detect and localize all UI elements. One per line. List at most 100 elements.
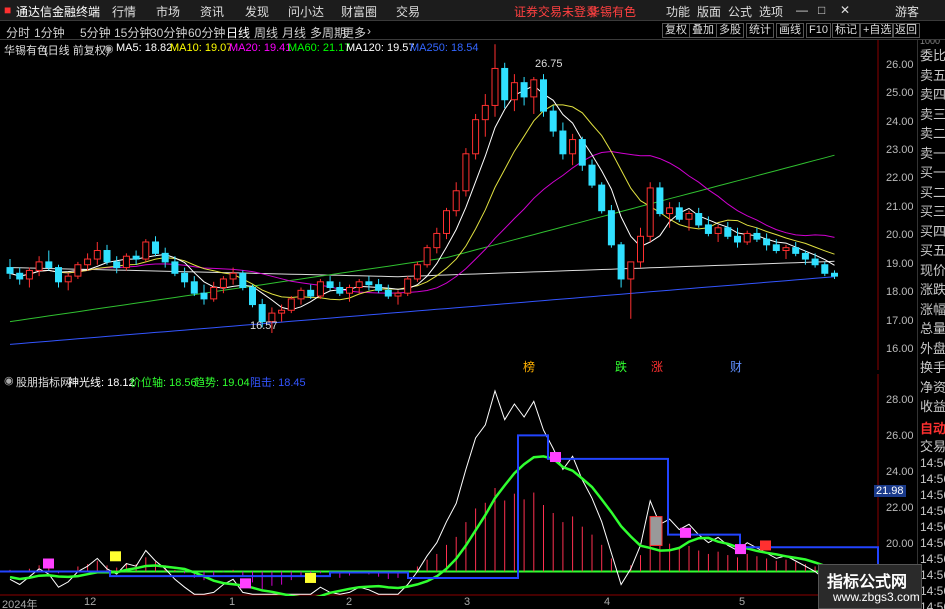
candle-body <box>132 255 140 260</box>
period-daily[interactable]: 日线 <box>226 24 250 41</box>
menu-gongshi[interactable]: 公式 <box>728 3 752 20</box>
period-30min[interactable]: 30分钟 <box>150 24 187 41</box>
event-bang[interactable]: 榜 <box>523 358 535 375</box>
period-monthly[interactable]: 月线 <box>282 24 306 41</box>
btn-fuquan[interactable]: 复权 <box>662 23 690 38</box>
signal-marker <box>680 527 691 538</box>
candle-body <box>481 104 489 121</box>
candle-body <box>743 232 751 243</box>
date-label-mar: 3 <box>464 596 471 608</box>
candle-body <box>200 292 208 300</box>
candle-body <box>704 224 712 234</box>
candle-body <box>734 235 741 243</box>
quote-field-10: 买五 <box>920 243 945 258</box>
period-multi[interactable]: 多周期 <box>310 24 346 41</box>
period-toolbar: 分时 1分钟 5分钟 15分钟 30分钟 60分钟 日线 周线 月线 多周期 更… <box>0 21 945 40</box>
shenguang-line <box>9 389 835 595</box>
candle-body <box>239 272 247 289</box>
more-chevron-icon[interactable]: › <box>367 24 371 38</box>
period-more[interactable]: 更多 <box>342 24 366 41</box>
candle-body <box>491 67 499 106</box>
candle-body <box>792 247 800 254</box>
period-15min[interactable]: 15分钟 <box>114 24 151 41</box>
menu-shichang[interactable]: 市场 <box>156 3 180 20</box>
candle-body <box>472 119 480 155</box>
trend-line <box>9 455 835 596</box>
indicator-tick-0: 28.00 <box>886 394 914 407</box>
indicator-chart[interactable] <box>0 374 880 596</box>
tick-time-1: 14:56 <box>920 471 945 486</box>
candle-body <box>607 210 615 246</box>
candle-body <box>219 278 227 288</box>
menu-caifuquan[interactable]: 财富圈 <box>341 3 377 20</box>
menu-zixun[interactable]: 资讯 <box>200 3 224 20</box>
candle-body <box>316 281 324 297</box>
price-tick-8: 18.00 <box>886 286 914 299</box>
candle-body <box>530 79 538 98</box>
btn-biaoji[interactable]: 标记 <box>832 23 860 38</box>
menu-hangqing[interactable]: 行情 <box>112 3 136 20</box>
candle-body <box>695 213 703 226</box>
candle-body <box>801 252 809 260</box>
btn-add-watchlist[interactable]: +自选 <box>860 23 895 38</box>
period-weekly[interactable]: 周线 <box>254 24 278 41</box>
auto-trade-toggle[interactable]: 自动 <box>920 418 945 437</box>
guest-user[interactable]: 游客 <box>895 3 919 20</box>
btn-back[interactable]: 返回 <box>892 23 920 38</box>
quote-field-4: 卖二 <box>920 126 945 141</box>
menu-gongneng[interactable]: 功能 <box>666 3 690 20</box>
price-tick-6: 20.00 <box>886 229 914 242</box>
minimize-icon[interactable]: — <box>796 3 808 17</box>
candle-body <box>210 287 218 300</box>
candle-body <box>423 247 431 266</box>
event-zhang[interactable]: 涨 <box>651 358 663 375</box>
quote-field-9: 买四 <box>920 223 945 239</box>
trade-label[interactable]: 交易 <box>920 436 945 455</box>
tick-time-6: 14:56 <box>920 551 945 566</box>
event-die[interactable]: 跌 <box>615 358 627 375</box>
candle-body <box>549 110 557 132</box>
candle-body <box>25 269 33 280</box>
trade-login-notice[interactable]: 证券交易未登录 <box>514 3 598 20</box>
watermark-title: 指标公式网 <box>827 574 908 591</box>
btn-f10[interactable]: F10 <box>806 23 831 38</box>
menu-jiaoyi[interactable]: 交易 <box>396 3 420 20</box>
tick-time-4: 14:56 <box>920 519 945 534</box>
candle-body <box>64 275 72 283</box>
period-5min[interactable]: 5分钟 <box>80 24 111 41</box>
menu-faxian[interactable]: 发现 <box>245 3 269 20</box>
date-label-feb: 2 <box>346 596 353 608</box>
price-tick-7: 19.00 <box>886 257 914 270</box>
price-tick-4: 22.00 <box>886 172 914 185</box>
candle-body <box>307 289 315 297</box>
period-60min[interactable]: 60分钟 <box>188 24 225 41</box>
menu-wenxiaoda[interactable]: 问小达 <box>288 3 324 20</box>
period-fenshi[interactable]: 分时 <box>6 24 30 41</box>
candle-body <box>229 272 237 280</box>
close-icon[interactable]: ✕ <box>840 3 850 17</box>
price-chart[interactable] <box>0 40 880 370</box>
btn-duogu[interactable]: 多股 <box>716 23 744 38</box>
candle-body <box>84 258 92 266</box>
date-label-may: 5 <box>739 596 746 608</box>
low-price-label: 16.57 <box>250 320 278 332</box>
indicator-value-tag: 21.98 <box>874 485 906 497</box>
quote-field-3: 卖三 <box>920 106 945 122</box>
menu-xuanxiang[interactable]: 选项 <box>759 3 783 20</box>
current-stock-name: 华锡有色 <box>588 5 637 19</box>
btn-huaxian[interactable]: 画线 <box>776 23 804 38</box>
btn-tongji[interactable]: 统计 <box>746 23 774 38</box>
candle-body <box>831 272 838 277</box>
candle-body <box>782 247 790 252</box>
candle-body <box>394 292 402 297</box>
candle-body <box>326 281 334 289</box>
candle-body <box>55 267 62 283</box>
restore-icon[interactable]: □ <box>818 3 825 17</box>
event-cai[interactable]: 财 <box>730 358 742 375</box>
menu-banmian[interactable]: 版面 <box>697 3 721 20</box>
price-tick-5: 21.00 <box>886 200 914 213</box>
quote-field-16: 换手 <box>920 360 945 375</box>
candle-body <box>656 187 664 215</box>
period-1min[interactable]: 1分钟 <box>34 24 65 41</box>
btn-diejia[interactable]: 叠加 <box>689 23 717 38</box>
